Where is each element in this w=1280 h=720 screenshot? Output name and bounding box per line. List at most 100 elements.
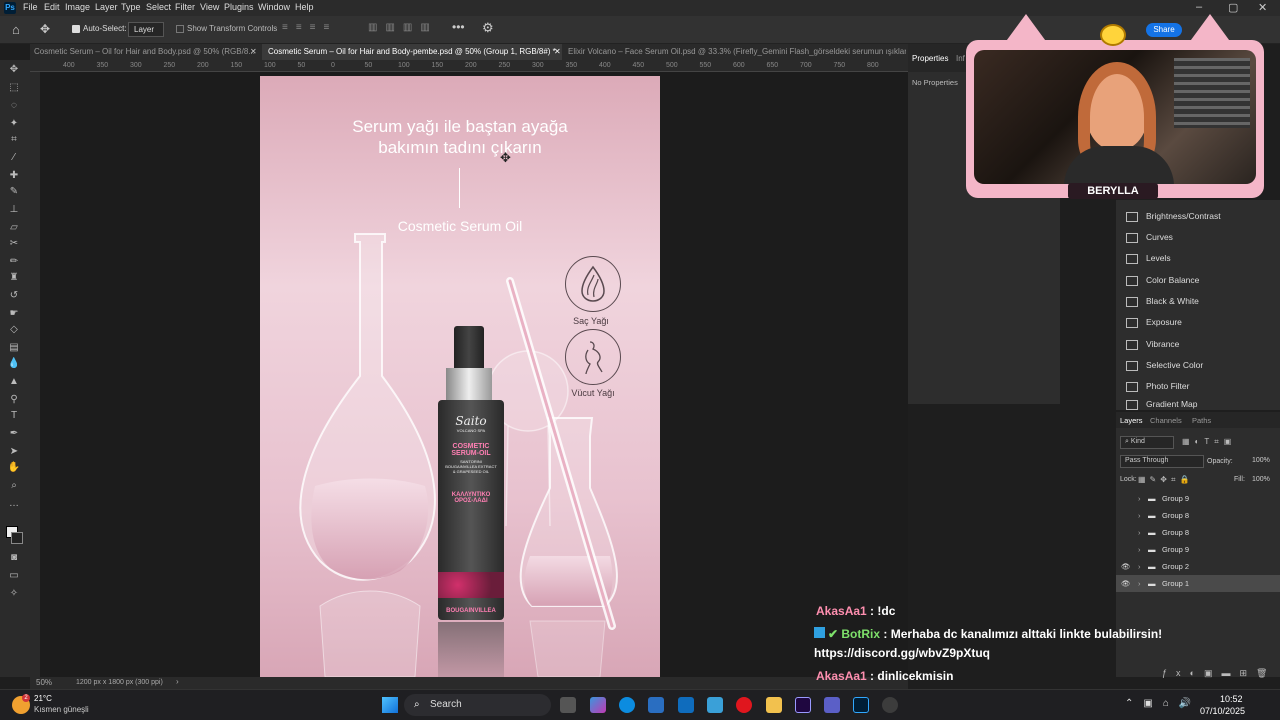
tab-properties[interactable]: Properties	[912, 54, 948, 63]
expand-arrow-icon[interactable]: ›	[1138, 524, 1141, 541]
adjustment-gradient-map[interactable]: Gradient Map	[1126, 398, 1198, 410]
move-tool-icon[interactable]: ✥	[40, 22, 50, 36]
expand-arrow-icon[interactable]: ›	[1138, 575, 1141, 592]
after-effects-icon[interactable]	[795, 697, 811, 713]
align-buttons-icon[interactable]: ≡≡≡≡	[282, 22, 337, 33]
pencil-icon[interactable]: ✏	[7, 256, 21, 268]
eyedropper-icon[interactable]: ⁄	[7, 152, 21, 164]
menu-file[interactable]: File	[23, 2, 38, 12]
magic-wand-icon[interactable]: ✦	[7, 118, 21, 130]
path-selection-icon[interactable]: ➤	[7, 446, 21, 458]
expand-arrow-icon[interactable]: ›	[1138, 490, 1141, 507]
artboard-icon[interactable]: ⬚	[7, 82, 21, 94]
pen-icon[interactable]: ✒	[7, 428, 21, 440]
screen-mode-icon[interactable]: ▭	[7, 570, 21, 582]
tab-layers[interactable]: Layers	[1120, 416, 1143, 425]
layer-row[interactable]: › ▬ Group 9	[1116, 490, 1280, 507]
copilot-icon[interactable]	[590, 697, 606, 713]
adjustment-photo-filter[interactable]: Photo Filter	[1126, 376, 1189, 396]
history-brush-icon[interactable]: ↺	[7, 290, 21, 302]
sharpen-icon[interactable]: ▲	[7, 376, 21, 388]
file-explorer-icon[interactable]	[766, 697, 782, 713]
adjustment-black-white[interactable]: Black & White	[1126, 291, 1199, 311]
adjustment-color-balance[interactable]: Color Balance	[1126, 270, 1199, 290]
adjustment-levels[interactable]: Levels	[1126, 248, 1171, 268]
menu-plugins[interactable]: Plugins	[224, 2, 254, 12]
system-tray-icons[interactable]: ⌃▣⌂🔊	[1125, 698, 1201, 709]
layer-filter-icons[interactable]: ▦◐T⌗▣	[1182, 437, 1236, 447]
menu-window[interactable]: Window	[258, 2, 290, 12]
auto-select-checkbox[interactable]	[72, 25, 80, 33]
eraser-tool-icon[interactable]: ◇	[7, 324, 21, 336]
chat-link[interactable]: https://discord.gg/wbvZ9pXtuq	[814, 646, 990, 660]
tab-document-1[interactable]: Cosmetic Serum – Oil for Hair and Body.p…	[30, 44, 260, 60]
type-icon[interactable]: T	[7, 410, 21, 422]
menu-layer[interactable]: Layer	[95, 2, 118, 12]
photoshop-taskbar-icon[interactable]	[853, 697, 869, 713]
eye-icon[interactable]: 👁	[1121, 558, 1131, 575]
store-icon[interactable]	[648, 697, 664, 713]
generative-icon[interactable]: ✧	[7, 588, 21, 600]
layer-row[interactable]: › ▬ Group 9	[1116, 541, 1280, 558]
outlook-icon[interactable]	[678, 697, 694, 713]
hand-icon[interactable]: ✋	[7, 462, 21, 474]
tab-document-3[interactable]: Elixir Volcano – Face Serum Oil.psd @ 33…	[566, 44, 906, 60]
expand-arrow-icon[interactable]: ›	[1138, 541, 1141, 558]
taskbar-search[interactable]: ⌕ Search	[404, 694, 551, 716]
dodge-icon[interactable]: ⚲	[7, 394, 21, 406]
status-arrow-icon[interactable]: ›	[176, 677, 179, 686]
expand-arrow-icon[interactable]: ›	[1138, 558, 1141, 575]
tab-paths[interactable]: Paths	[1192, 416, 1211, 425]
menu-select[interactable]: Select	[146, 2, 171, 12]
brush-icon[interactable]: ✎	[7, 186, 21, 198]
tab-channels[interactable]: Channels	[1150, 416, 1182, 425]
adjustment-curves[interactable]: Curves	[1126, 227, 1173, 247]
quick-mask-icon[interactable]: ◙	[7, 552, 21, 564]
menu-type[interactable]: Type	[121, 2, 141, 12]
clone-stamp-icon[interactable]: ⊥	[7, 204, 21, 216]
document-canvas[interactable]: Serum yağı ile baştan ayağa bakımın tadı…	[260, 76, 660, 677]
blur-icon[interactable]: 💧	[7, 358, 21, 370]
eye-icon[interactable]: 👁	[1121, 575, 1131, 592]
transform-controls-checkbox[interactable]	[176, 25, 184, 33]
spot-healing-icon[interactable]: ✚	[7, 170, 21, 182]
menu-help[interactable]: Help	[295, 2, 314, 12]
opera-icon[interactable]	[736, 697, 752, 713]
smudge-icon[interactable]: ☛	[7, 308, 21, 320]
adjustment-brightness-contrast[interactable]: Brightness/Contrast	[1126, 206, 1221, 226]
layer-filter-kind[interactable]: ⌕ Kind	[1120, 436, 1174, 449]
lock-icons[interactable]: ▦✎✥⌗🔒	[1138, 475, 1193, 485]
zoom-level[interactable]: 50%	[36, 678, 52, 687]
more-options-icon[interactable]: •••	[452, 20, 465, 34]
menu-view[interactable]: View	[200, 2, 219, 12]
more-tools-icon[interactable]: …	[7, 498, 21, 510]
adjustment-exposure[interactable]: Exposure	[1126, 312, 1182, 332]
layer-row[interactable]: › ▬ Group 8	[1116, 507, 1280, 524]
edge-icon[interactable]	[619, 697, 635, 713]
windows-start-icon[interactable]	[382, 697, 398, 713]
distribute-buttons-icon[interactable]: ▥▥▥▥	[368, 22, 438, 33]
move-icon[interactable]: ✥	[7, 64, 21, 76]
minimize-icon[interactable]: –	[1196, 1, 1202, 13]
layer-row[interactable]: › ▬ Group 8	[1116, 524, 1280, 541]
share-button[interactable]: Share	[1146, 23, 1182, 37]
tab-document-2[interactable]: Cosmetic Serum – Oil for Hair and Body-p…	[262, 44, 562, 60]
background-color-swatch[interactable]	[11, 532, 23, 544]
remove-tool-icon[interactable]: ✂	[7, 238, 21, 250]
teams-icon[interactable]	[824, 697, 840, 713]
opacity-field[interactable]: 100%	[1252, 455, 1272, 468]
home-icon[interactable]: ⌂	[12, 22, 20, 37]
obs-icon[interactable]	[882, 697, 898, 713]
task-view-icon[interactable]	[560, 697, 576, 713]
fill-field[interactable]: 100%	[1252, 476, 1270, 483]
gradient-icon[interactable]: ▤	[7, 342, 21, 354]
gear-icon[interactable]: ⚙	[482, 20, 494, 36]
close-icon[interactable]: ✕	[1258, 1, 1267, 14]
stamp-icon[interactable]: ♜	[7, 272, 21, 284]
adjustment-selective-color[interactable]: Selective Color	[1126, 355, 1203, 375]
menu-edit[interactable]: Edit	[44, 2, 60, 12]
adjustment-vibrance[interactable]: Vibrance	[1126, 334, 1179, 354]
menu-image[interactable]: Image	[65, 2, 90, 12]
tab-close-icon[interactable]: ✕	[250, 47, 257, 56]
menu-filter[interactable]: Filter	[175, 2, 195, 12]
